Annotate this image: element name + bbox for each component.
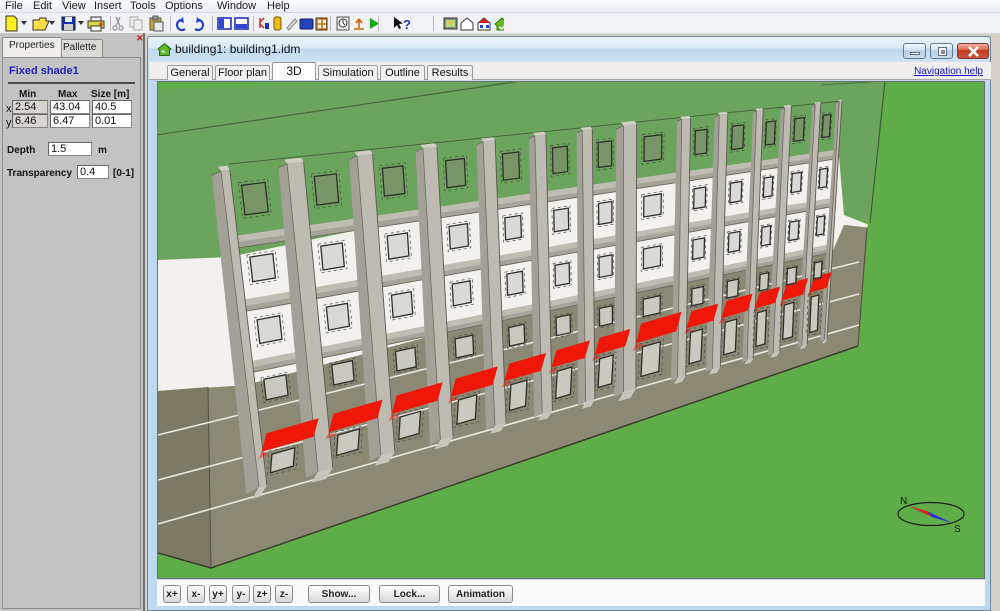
svg-text:S: S <box>954 524 961 535</box>
svg-text:?: ? <box>403 17 411 32</box>
svg-text:N: N <box>900 496 907 507</box>
